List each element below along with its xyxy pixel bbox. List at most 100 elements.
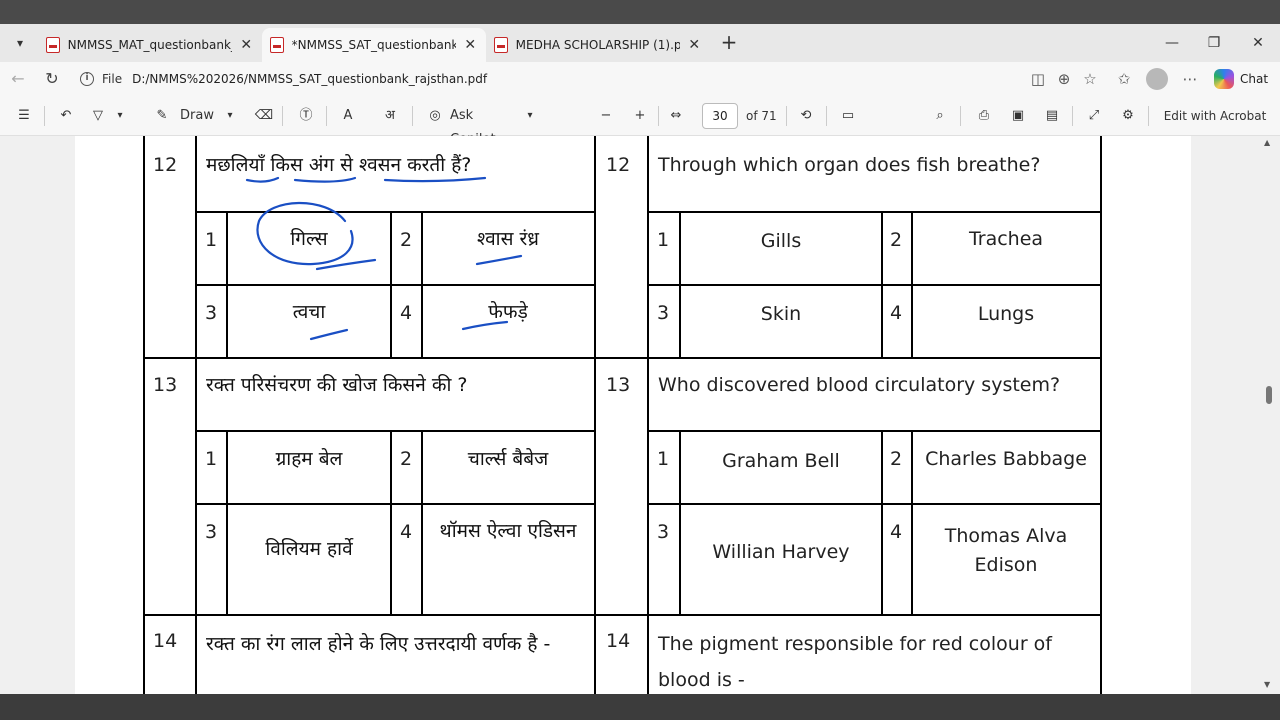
option-number: 4 [400,302,413,324]
new-tab-plus-icon[interactable]: + [718,32,740,54]
table-border [143,614,594,616]
close-window-icon[interactable]: ✕ [1238,30,1278,56]
option-number: 4 [890,302,903,324]
table-border [594,614,1101,616]
ask-copilot-button[interactable]: Ask Copilot [450,104,522,147]
fit-page-icon[interactable]: ⇔ [664,104,688,128]
option-text-english: Charles Babbage [925,448,1087,470]
settings-gear-icon[interactable]: ⚙ [1116,104,1140,128]
minimize-icon[interactable]: — [1152,30,1192,56]
favorite-star-icon[interactable]: ☆ [1078,67,1102,91]
save-as-icon[interactable]: ▤ [1040,104,1064,128]
info-icon[interactable]: i [80,72,94,86]
highlight-icon[interactable]: ▽ [86,104,110,128]
option-number: 1 [657,229,670,251]
print-icon[interactable]: ⎙ [972,104,996,128]
scroll-down-arrow-icon[interactable]: ▼ [1264,680,1270,689]
table-border [648,211,1101,213]
draw-pen-icon[interactable]: ✎ [150,104,174,128]
table-border [648,430,1101,432]
address-input[interactable]: i File D:/NMMS%202026/NMMSS_SAT_question… [72,65,1110,93]
table-border [648,284,1101,286]
edit-with-acrobat-button[interactable]: Edit with Acrobat [1160,104,1270,128]
profile-avatar[interactable] [1146,68,1168,90]
scroll-thumb[interactable] [1266,386,1272,404]
page-number-input[interactable]: 30 [702,103,738,129]
question-text-english: The pigment responsible for red colour o… [658,633,1052,692]
restore-icon[interactable]: ❐ [1194,30,1234,56]
draw-button[interactable]: Draw [180,104,220,128]
option-text-english: Lungs [977,303,1035,325]
question-number: 12 [153,154,178,176]
refresh-icon[interactable]: ↻ [40,67,64,91]
tab-close-icon[interactable]: ✕ [686,37,702,53]
option-text-english: Willian Harvey [712,541,850,563]
scroll-up-arrow-icon[interactable]: ▲ [1264,138,1270,147]
tab-medha-scholarship[interactable]: MEDHA SCHOLARSHIP (1).pdf ✕ [486,28,710,62]
toolbar-divider [826,106,827,126]
option-number: 3 [657,521,670,543]
table-border [196,211,594,213]
option-text-english: Thomas Alva Edison [944,525,1068,577]
table-border [1100,136,1102,694]
back-arrow-icon[interactable]: ← [6,67,30,91]
translate-icon[interactable]: अ [376,104,404,128]
tab-close-icon[interactable]: ✕ [462,37,478,53]
copilot-icon[interactable]: ◎ [424,104,446,128]
option-text-hindi: त्वचा [292,301,326,323]
zoom-out-icon[interactable]: − [594,104,618,128]
highlight-chevron-down-icon[interactable]: ▾ [112,104,128,128]
page-total-label: of 71 [746,109,777,123]
undo-icon[interactable]: ↶ [54,104,78,128]
save-icon[interactable]: ▣ [1006,104,1030,128]
add-text-icon[interactable]: Ⓣ [294,104,318,128]
question-text-english: Through which organ does fish breathe? [658,154,1041,176]
copilot-logo-icon [1214,69,1234,89]
immersive-reader-icon[interactable]: ◫ [1026,67,1050,91]
toolbar-divider [44,106,45,126]
question-text-hindi: रक्त परिसंचरण की खोज किसने की ? [206,374,468,396]
draw-chevron-down-icon[interactable]: ▾ [222,104,238,128]
tab-title: NMMSS_MAT_questionbank_rajsth [67,38,233,52]
option-text-hindi: विलियम हार्वे [265,538,353,560]
pdf-page: 12 मछलियाँ किस अंग से श्वसन करती हैं? 12… [75,136,1191,694]
tab-nmmss-mat[interactable]: NMMSS_MAT_questionbank_rajsth ✕ [38,28,262,62]
fullscreen-icon[interactable]: ⤢ [1082,104,1106,128]
tab-close-icon[interactable]: ✕ [238,37,254,53]
tab-actions-chevron-icon[interactable]: ▾ [8,31,32,55]
tab-title: MEDHA SCHOLARSHIP (1).pdf [515,38,681,52]
table-border [648,503,1101,505]
option-text-hindi: फेफड़े [488,301,528,323]
question-number: 14 [606,630,631,652]
tab-nmmss-sat[interactable]: *NMMSS_SAT_questionbank_rajsth ✕ [262,28,486,62]
table-border [196,284,594,286]
page-view-icon[interactable]: ▭ [836,104,860,128]
pdf-viewer[interactable]: 12 मछलियाँ किस अंग से श्वसन करती हैं? 12… [0,136,1280,694]
option-text-hindi: ग्राहम बेल [275,448,343,470]
favorites-list-icon[interactable]: ✩ [1112,67,1136,91]
desktop-top-strip [0,0,1280,24]
zoom-in-icon[interactable]: + [628,104,652,128]
pdf-file-icon [46,37,60,53]
eraser-icon[interactable]: ⌫ [252,104,276,128]
option-number: 3 [205,521,218,543]
more-options-icon[interactable]: ⋯ [1178,67,1202,91]
table-border [647,136,649,694]
question-text-english: Who discovered blood circulatory system? [658,374,1061,396]
option-number: 2 [400,448,413,470]
contents-list-icon[interactable]: ☰ [12,104,36,128]
pdf-file-icon [494,37,508,53]
toolbar-divider [786,106,787,126]
toolbar-divider [326,106,327,126]
copilot-chat-button[interactable]: Chat [1214,66,1268,92]
table-border [390,211,392,357]
rotate-icon[interactable]: ⟲ [794,104,818,128]
zoom-icon[interactable]: ⊕ [1052,67,1076,91]
option-number: 1 [657,448,670,470]
search-icon[interactable]: ⌕ [928,104,952,128]
tab-title: *NMMSS_SAT_questionbank_rajsth [291,38,457,52]
ink-annotations [245,176,523,341]
ask-copilot-chevron-down-icon[interactable]: ▾ [522,104,538,128]
vertical-scrollbar[interactable]: ▲ ▼ [1264,136,1274,694]
read-aloud-icon[interactable]: A [336,104,360,128]
